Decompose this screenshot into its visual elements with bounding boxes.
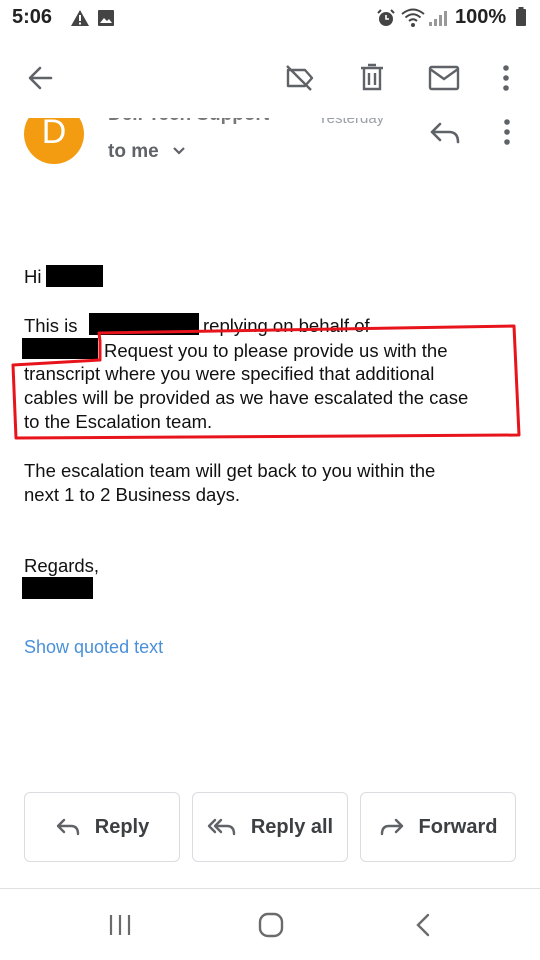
forward-button[interactable]: Forward [360, 792, 516, 862]
reply-label: Reply [94, 815, 150, 838]
reply-all-button[interactable]: Reply all [192, 792, 348, 862]
home-icon[interactable] [258, 912, 284, 938]
reply-icon [55, 817, 81, 837]
reply-button[interactable]: Reply [24, 792, 180, 862]
show-quoted-text-link[interactable]: Show quoted text [24, 637, 163, 658]
body-line: next 1 to 2 Business days. [24, 484, 240, 505]
body-line: The escalation team will get back to you… [24, 460, 436, 481]
forward-label: Forward [418, 815, 498, 838]
reply-all-icon [207, 817, 237, 837]
recents-icon[interactable] [108, 913, 132, 937]
forward-icon [379, 817, 405, 837]
closing: Regards, [24, 555, 100, 576]
redaction [22, 577, 93, 599]
back-nav-icon[interactable] [414, 913, 432, 937]
reply-all-label: Reply all [250, 815, 334, 838]
